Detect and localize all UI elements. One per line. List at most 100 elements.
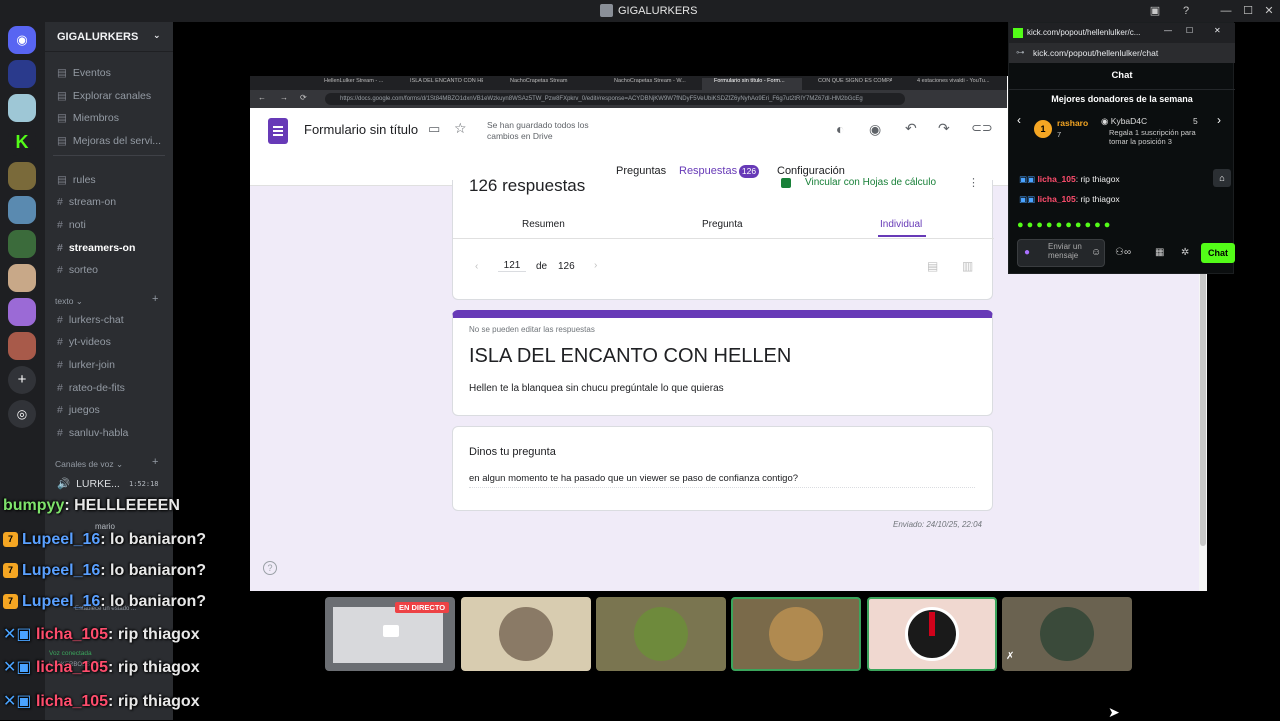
- minimize-button[interactable]: —: [1164, 26, 1172, 35]
- store-icon[interactable]: ▦: [1155, 247, 1164, 258]
- category-voice[interactable]: Canales de voz ⌄: [55, 459, 123, 470]
- forms-logo-icon[interactable]: [268, 118, 288, 144]
- subtab-question[interactable]: Pregunta: [702, 219, 743, 230]
- divider: [1009, 89, 1235, 90]
- channel-yt-videos[interactable]: # yt-videos: [57, 336, 111, 348]
- back-icon[interactable]: ←: [258, 93, 266, 102]
- next-arrow-icon[interactable]: ›: [1217, 113, 1221, 127]
- print-icon[interactable]: ▤: [927, 259, 938, 273]
- browser-tab[interactable]: ISLA DEL ENCANTO CON HE...: [398, 78, 483, 90]
- browser-tab[interactable]: NachoCrapetas Stream - W...: [602, 78, 688, 90]
- server-icon[interactable]: [8, 332, 36, 360]
- user-tile-speaking[interactable]: [867, 597, 997, 671]
- channel-sanluv-habla[interactable]: # sanluv-habla: [57, 427, 128, 439]
- channel-juegos[interactable]: # juegos: [57, 404, 100, 416]
- close-button[interactable]: ✕: [1261, 3, 1277, 19]
- guild-header[interactable]: GIGALURKERS ⌄: [45, 22, 173, 52]
- explore-icon[interactable]: ◎: [8, 400, 36, 428]
- form-doc-title[interactable]: Formulario sin título: [304, 122, 418, 137]
- user-tile-speaking[interactable]: [731, 597, 861, 671]
- voice-user[interactable]: mario: [95, 522, 115, 531]
- more-options-icon[interactable]: ⋮: [968, 176, 979, 189]
- settings-gear-icon[interactable]: ✲: [1181, 247, 1189, 258]
- next-response-icon[interactable]: ›: [594, 260, 597, 271]
- users-icon[interactable]: ⚇∞: [1115, 247, 1131, 258]
- server-icon[interactable]: [8, 162, 36, 190]
- voice-channel[interactable]: 🔊 LURKE...: [57, 477, 120, 490]
- browser-tab[interactable]: 4 estaciones vivaldi - YouTu...: [905, 78, 1003, 90]
- sheets-icon[interactable]: [781, 178, 791, 188]
- reload-icon[interactable]: ⟳: [300, 93, 307, 102]
- redo-icon[interactable]: ↷: [938, 120, 950, 137]
- prev-response-icon[interactable]: ‹: [475, 261, 478, 272]
- screenshare-tile[interactable]: EN DIRECTO: [325, 597, 455, 671]
- preview-eye-icon[interactable]: ◉: [869, 121, 881, 138]
- browser-tab[interactable]: CON QUE SIGNO ES COMPA...: [806, 78, 892, 90]
- server-icon[interactable]: [8, 94, 36, 122]
- link-icon[interactable]: ⊂⊃: [971, 120, 993, 136]
- emoji-icon[interactable]: ☺: [1091, 247, 1101, 258]
- server-icon[interactable]: [8, 196, 36, 224]
- menu-explore[interactable]: ▤ Explorar canales: [57, 90, 151, 102]
- add-server-icon[interactable]: +: [8, 366, 36, 394]
- help-icon[interactable]: ?: [1178, 3, 1194, 19]
- donor-name[interactable]: rasharo: [1057, 118, 1088, 128]
- tab-settings[interactable]: Configuración: [777, 165, 845, 177]
- maximize-button[interactable]: ☐: [1240, 3, 1256, 19]
- maximize-button[interactable]: ☐: [1186, 26, 1193, 35]
- menu-members[interactable]: ▤ Miembros: [57, 112, 119, 124]
- server-icon[interactable]: [8, 298, 36, 326]
- browser-tab-active[interactable]: Formulario sin título - Form...: [702, 78, 802, 90]
- server-icon[interactable]: [8, 60, 36, 88]
- help-icon[interactable]: ?: [263, 561, 277, 575]
- server-icon[interactable]: [8, 230, 36, 258]
- pin-icon[interactable]: ⌂: [1213, 169, 1231, 187]
- star-icon[interactable]: ☆: [454, 120, 467, 137]
- channel-streamers-on[interactable]: # streamers-on: [57, 242, 135, 254]
- response-number-input[interactable]: 121: [498, 260, 526, 272]
- channel-rateo-de-fits[interactable]: # rateo-de-fits: [57, 382, 125, 394]
- donor-name[interactable]: ◉ KybaD4C: [1101, 116, 1147, 127]
- subtab-summary[interactable]: Resumen: [522, 219, 565, 230]
- server-icon[interactable]: [8, 264, 36, 292]
- browser-tab[interactable]: HellenLulker Stream - ...: [312, 78, 388, 90]
- address-bar[interactable]: https://docs.google.com/forms/d/1St84MBZ…: [325, 93, 905, 105]
- link-sheets-link[interactable]: Vincular con Hojas de cálculo: [805, 177, 936, 188]
- user-tile[interactable]: [461, 597, 591, 671]
- channel-sorteo[interactable]: # sorteo: [57, 264, 98, 276]
- channel-stream-on[interactable]: # stream-on: [57, 196, 116, 208]
- channel-rules[interactable]: ▤ rules: [57, 174, 96, 186]
- popout-url-bar[interactable]: ⊶ kick.com/popout/hellenlulker/chat: [1009, 43, 1235, 63]
- tab-responses[interactable]: Respuestas: [679, 165, 737, 177]
- channel-lurker-join[interactable]: # lurker-join: [57, 359, 115, 371]
- emote-row[interactable]: ●●●●●●●●●●: [1017, 219, 1113, 231]
- inbox-icon[interactable]: ▣: [1147, 3, 1163, 19]
- add-channel-icon[interactable]: +: [152, 293, 158, 305]
- user-tile[interactable]: ✗: [1002, 597, 1132, 671]
- palette-icon[interactable]: ◐: [836, 121, 844, 137]
- discord-home-icon[interactable]: ◉: [8, 26, 36, 54]
- tab-questions[interactable]: Preguntas: [616, 165, 666, 177]
- add-channel-icon[interactable]: +: [152, 456, 158, 468]
- responses-count-badge: 126: [739, 165, 759, 178]
- close-button[interactable]: ✕: [1214, 26, 1221, 35]
- menu-events[interactable]: ▤ Eventos: [57, 67, 111, 79]
- undo-icon[interactable]: ↶: [905, 120, 917, 137]
- subtab-individual[interactable]: Individual: [880, 219, 922, 230]
- minimize-button[interactable]: —: [1218, 3, 1234, 19]
- mic-icon[interactable]: ●: [1024, 247, 1030, 258]
- folder-icon[interactable]: ▭: [428, 121, 440, 137]
- chat-message-input[interactable]: ● Enviar un mensaje ☺: [1017, 239, 1105, 267]
- menu-boosts[interactable]: ▤ Mejoras del servi...: [57, 135, 161, 147]
- forward-icon[interactable]: →: [280, 93, 288, 102]
- kick-server-icon[interactable]: K: [8, 128, 36, 156]
- user-tile[interactable]: [596, 597, 726, 671]
- delete-icon[interactable]: ▥: [962, 259, 973, 273]
- browser-tab[interactable]: NachoCrapetas Stream: [498, 78, 584, 90]
- channel-lurkers-chat[interactable]: # lurkers-chat: [57, 314, 124, 326]
- site-info-icon[interactable]: ⊶: [1016, 47, 1025, 58]
- category-texto[interactable]: texto ⌄: [55, 296, 83, 307]
- prev-arrow-icon[interactable]: ‹: [1017, 113, 1021, 127]
- channel-noti[interactable]: # noti: [57, 219, 86, 231]
- send-chat-button[interactable]: Chat: [1201, 243, 1235, 263]
